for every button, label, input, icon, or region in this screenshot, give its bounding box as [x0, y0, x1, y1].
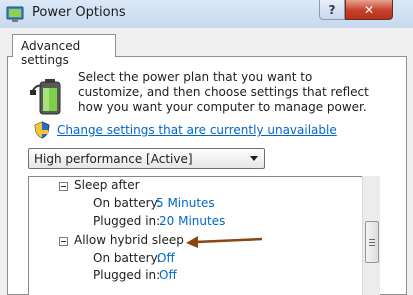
help-icon: ? — [328, 2, 336, 17]
dropdown-arrow-icon — [250, 156, 258, 161]
hybrid-sleep-on-battery-label: On battery: — [93, 251, 161, 265]
power-options-window: Power Options ? ✕ Advanced settings Sele… — [0, 0, 413, 295]
title-bar[interactable]: Power Options ? ✕ — [0, 0, 413, 28]
hybrid-sleep-item[interactable]: Allow hybrid sleep — [74, 233, 184, 247]
scrollbar-grip-line — [369, 245, 375, 246]
uac-shield-icon — [34, 121, 50, 139]
collapse-icon[interactable] — [59, 237, 68, 246]
annotation-arrow-icon — [186, 236, 263, 248]
window-title: Power Options — [32, 5, 126, 20]
hybrid-sleep-plugged-in-value[interactable]: Off — [159, 268, 177, 282]
hybrid-sleep-on-battery-value[interactable]: Off — [157, 251, 175, 265]
close-button[interactable]: ✕ — [345, 0, 393, 20]
battery-plug-icon — [30, 79, 61, 115]
power-plan-value: High performance [Active] — [34, 152, 193, 166]
sleep-after-on-battery-value[interactable]: 5 Minutes — [156, 196, 215, 210]
hybrid-sleep-plugged-in-label: Plugged in: — [93, 268, 161, 282]
description-text: Select the power plan that you want to c… — [78, 70, 369, 114]
scrollbar-thumb[interactable] — [365, 221, 379, 263]
sleep-after-on-battery-label: On battery: — [93, 196, 161, 210]
sleep-after-plugged-in-value[interactable]: 20 Minutes — [159, 214, 225, 228]
tab-advanced-settings[interactable]: Advanced settings — [12, 34, 116, 67]
scrollbar-grip-icon — [369, 239, 375, 240]
power-options-icon — [6, 6, 24, 22]
close-icon: ✕ — [363, 2, 375, 17]
change-settings-link[interactable]: Change settings that are currently unava… — [57, 123, 337, 137]
help-button[interactable]: ? — [319, 0, 345, 20]
sleep-after-plugged-in-label: Plugged in: — [93, 214, 161, 228]
power-plan-select[interactable]: High performance [Active] — [28, 148, 265, 169]
vertical-scrollbar[interactable] — [362, 176, 380, 295]
collapse-icon[interactable] — [59, 182, 68, 191]
scrollbar-grip-line — [369, 242, 375, 243]
sleep-after-item[interactable]: Sleep after — [74, 178, 140, 192]
title-buttons: ? ✕ — [319, 0, 403, 20]
